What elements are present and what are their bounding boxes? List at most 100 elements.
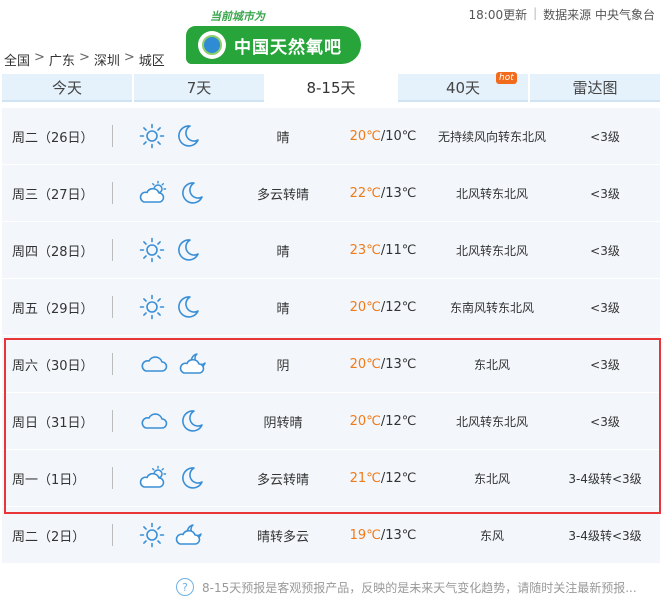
sun-icon <box>139 522 165 548</box>
update-info: 18:00更新 | 数据来源 中央气象台 <box>469 6 655 23</box>
temp-high: 22℃ <box>349 185 381 201</box>
forecast-condition: 多云转晴 <box>256 472 309 488</box>
banner-pill: 中国天然氧吧 <box>186 26 361 64</box>
forecast-condition: 多云转晴 <box>256 187 309 203</box>
sun-icon <box>139 294 165 320</box>
separator: | <box>533 6 538 20</box>
temp-high: 19℃ <box>349 527 381 543</box>
banner-subtitle: 当前城市为 <box>210 10 265 23</box>
forecast-wind-level: <3级 <box>590 414 620 429</box>
hot-badge: hot <box>496 72 517 84</box>
partly-cloudy-icon <box>139 465 169 491</box>
temp-high: 23℃ <box>349 242 381 258</box>
footer-note: ? 8-15天预报是客观预报产品，反映的是未来天气变化趋势，请随时关注最新预报.… <box>176 578 637 596</box>
forecast-wind-level: 3-4级转<3级 <box>568 471 642 486</box>
weather-icons <box>113 465 233 491</box>
temp-high: 20℃ <box>349 299 381 315</box>
temp-low: /12℃ <box>380 299 417 315</box>
forecast-wind-level: <3级 <box>590 300 620 315</box>
moon-icon <box>179 465 205 491</box>
forecast-wind: 东风 <box>479 528 504 543</box>
cloudy-night-icon <box>179 351 209 377</box>
tab-8-15-days[interactable]: 8-15天 <box>266 74 396 102</box>
temp-high: 20℃ <box>349 356 381 372</box>
tab-label: 今天 <box>51 78 82 97</box>
forecast-wind-level: <3级 <box>590 186 620 201</box>
forecast-wind: 北风转东北风 <box>455 186 528 201</box>
forecast-temperature: 19℃/13℃ <box>333 528 433 543</box>
partly-cloudy-icon <box>139 180 169 206</box>
breadcrumb-district[interactable]: 城区 <box>139 50 165 69</box>
forecast-day: 周三（27日） <box>12 187 94 203</box>
breadcrumb-arrow-icon: > <box>78 50 90 65</box>
forecast-wind: 东北风 <box>473 357 510 372</box>
forecast-condition: 晴转多云 <box>256 529 309 545</box>
forecast-row: 周三（27日） 多云转晴 22℃/13℃ 北风转东北风 <3级 <box>2 165 660 221</box>
cloudy-night-icon <box>175 522 205 548</box>
forecast-wind: 北风转东北风 <box>455 243 528 258</box>
forecast-row: 周二（26日） 晴 20℃/10℃ 无持续风向转东北风 <3级 <box>2 108 660 164</box>
tab-today[interactable]: 今天 <box>2 74 132 102</box>
sun-icon <box>139 123 165 149</box>
temp-low: /13℃ <box>380 527 417 543</box>
sun-icon <box>139 237 165 263</box>
tab-label: 雷达图 <box>572 78 618 97</box>
moon-icon <box>179 408 205 434</box>
moon-icon <box>175 237 201 263</box>
forecast-wind: 无持续风向转东北风 <box>437 129 546 144</box>
forecast-row: 周二（2日） 晴转多云 19℃/13℃ 东风 3-4级转<3级 <box>2 507 660 563</box>
tab-label: 40天 <box>445 78 481 97</box>
temp-low: /12℃ <box>380 470 417 486</box>
forecast-temperature: 20℃/10℃ <box>333 129 433 144</box>
breadcrumb-arrow-icon: > <box>34 50 45 65</box>
temp-low: /10℃ <box>380 128 417 144</box>
update-time: 18:00更新 <box>468 8 528 22</box>
temp-low: /11℃ <box>380 242 417 258</box>
forecast-condition: 阴 <box>276 358 290 374</box>
cloud-icon <box>139 351 169 377</box>
forecast-tabs: 今天 7天 8-15天 40天 hot 雷达图 <box>2 72 660 102</box>
footer-text: 8-15天预报是客观预报产品，反映的是未来天气变化趋势，请随时关注最新预报... <box>202 580 637 595</box>
temp-low: /12℃ <box>380 413 417 429</box>
forecast-day: 周四（28日） <box>12 244 94 260</box>
forecast-temperature: 22℃/13℃ <box>333 186 433 201</box>
oxygen-bar-banner[interactable]: 当前城市为 中国天然氧吧 <box>186 8 364 66</box>
forecast-condition: 晴 <box>276 130 290 146</box>
moon-icon <box>179 180 205 206</box>
forecast-temperature: 20℃/12℃ <box>333 300 433 315</box>
forecast-day: 周六（30日） <box>12 358 94 374</box>
data-source: 数据来源 中央气象台 <box>543 8 655 22</box>
weather-icons <box>113 237 233 263</box>
weather-icons <box>113 180 233 206</box>
breadcrumb-arrow-icon: > <box>123 50 135 65</box>
forecast-row: 周六（30日） 阴 20℃/13℃ 东北风 <3级 <box>2 336 660 392</box>
breadcrumb-city[interactable]: 深圳 <box>94 50 120 69</box>
banner-title: 中国天然氧吧 <box>234 37 342 58</box>
breadcrumb-province[interactable]: 广东 <box>49 50 75 69</box>
help-icon[interactable]: ? <box>176 578 194 596</box>
forecast-wind: 东南风转东北风 <box>449 300 534 315</box>
forecast-temperature: 21℃/12℃ <box>333 471 433 486</box>
forecast-day: 周五（29日） <box>12 301 94 317</box>
moon-icon <box>175 294 201 320</box>
tab-radar[interactable]: 雷达图 <box>530 74 660 102</box>
weather-icons <box>113 522 233 548</box>
forecast-wind-level: <3级 <box>590 357 620 372</box>
oxygen-bar-logo-icon <box>198 31 226 59</box>
forecast-row: 周四（28日） 晴 23℃/11℃ 北风转东北风 <3级 <box>2 222 660 278</box>
forecast-temperature: 20℃/13℃ <box>333 357 433 372</box>
tab-40-days[interactable]: 40天 hot <box>398 72 528 102</box>
forecast-day: 周二（26日） <box>12 130 94 146</box>
tab-label: 8-15天 <box>306 78 356 97</box>
breadcrumb-country[interactable]: 全国 <box>4 50 30 69</box>
forecast-wind: 东北风 <box>473 471 510 486</box>
forecast-day: 周一（1日） <box>12 472 86 488</box>
tab-label: 7天 <box>186 78 212 97</box>
forecast-row: 周日（31日） 阴转晴 20℃/12℃ 北风转东北风 <3级 <box>2 393 660 449</box>
forecast-condition: 晴 <box>276 244 290 260</box>
temp-high: 20℃ <box>349 413 381 429</box>
forecast-list: 周二（26日） 晴 20℃/10℃ 无持续风向转东北风 <3级 周三（27日） … <box>2 108 660 564</box>
weather-icons <box>113 123 233 149</box>
breadcrumb: 全国 > 广东 > 深圳 > 城区 <box>4 50 165 69</box>
tab-7-days[interactable]: 7天 <box>134 74 264 102</box>
